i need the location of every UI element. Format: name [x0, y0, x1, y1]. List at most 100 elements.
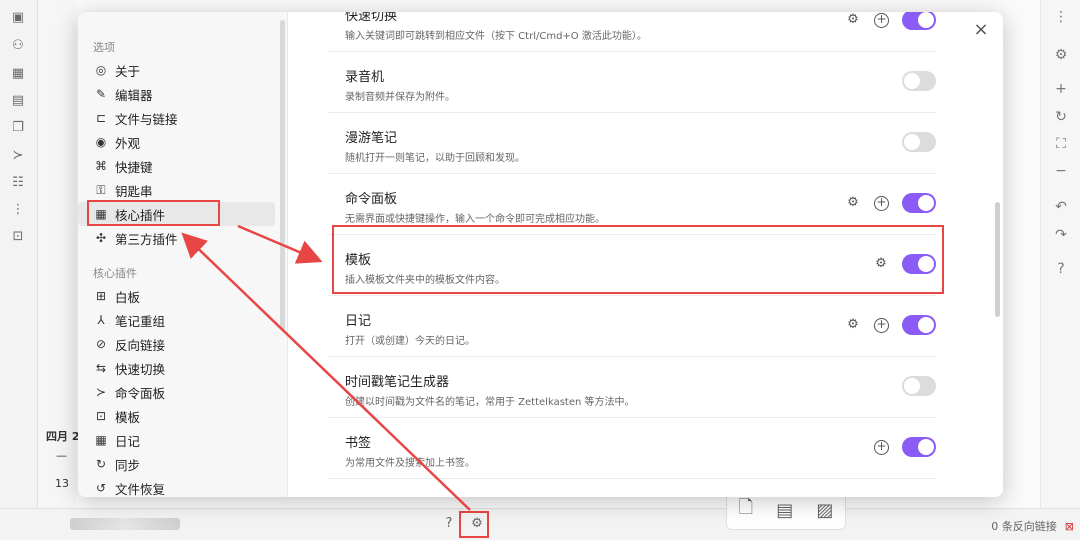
- list-icon[interactable]: ☷: [10, 175, 26, 191]
- plugin-toggle[interactable]: [902, 376, 936, 396]
- sidebar-item-label: 文件与链接: [115, 111, 178, 127]
- sidebar-item-label: 关于: [115, 63, 141, 79]
- sidebar-item-label: 钥匙串: [115, 183, 153, 199]
- backlinks-count[interactable]: 0 条反向链接: [991, 518, 1057, 534]
- gear-icon[interactable]: ⚙: [1052, 46, 1070, 64]
- plugin-controls: +: [874, 437, 936, 457]
- sidebar-item[interactable]: ◎ 关于: [78, 58, 287, 82]
- plugin-controls: [902, 376, 936, 396]
- plugin-toggle[interactable]: [902, 71, 936, 91]
- copy-icon[interactable]: ❐: [10, 120, 26, 136]
- page-icon[interactable]: 🗋: [739, 495, 753, 525]
- plugin-settings-gear-icon[interactable]: ⚙: [845, 195, 861, 211]
- sidebar-item[interactable]: ⊏ 文件与链接: [78, 106, 287, 130]
- plugin-description: 输入关键词即可跳转到相应文件（按下 Ctrl/Cmd+O 激活此功能）。: [345, 31, 647, 42]
- vault-name: [70, 518, 180, 530]
- plugin-name: 漫游笔记: [345, 131, 398, 146]
- plugin-toggle[interactable]: [902, 12, 936, 30]
- key-icon: ⚿: [96, 182, 106, 197]
- import-icon[interactable]: ⊡: [10, 229, 26, 245]
- sidebar-item-label: 反向链接: [115, 337, 166, 353]
- toggle-knob: [904, 134, 920, 150]
- plugin-name: 属性列表: [345, 493, 397, 497]
- reset-icon[interactable]: ↻: [1052, 108, 1070, 126]
- sidebar-item[interactable]: ⇆ 快速切换: [78, 356, 287, 380]
- about-icon: ◎: [95, 63, 107, 77]
- sidebar-item[interactable]: ⚿ 钥匙串: [78, 178, 287, 202]
- graph-icon[interactable]: ⚇: [10, 38, 26, 54]
- redo-icon[interactable]: ↷: [1052, 226, 1070, 244]
- more-icon[interactable]: ⋮: [1052, 8, 1070, 26]
- canvas-icon: ⊞: [95, 289, 107, 303]
- sidebar-item[interactable]: ✎ 编辑器: [78, 82, 287, 106]
- sidebar-item-label: 快捷键: [115, 159, 153, 175]
- sidebar-item[interactable]: ▦ 日记: [78, 428, 287, 452]
- core-section-title: 核心插件: [93, 267, 137, 280]
- sidebar-item[interactable]: ↺ 文件恢复: [78, 476, 287, 497]
- plugin-description: 录制音频并保存为附件。: [345, 92, 455, 103]
- image-icon[interactable]: ▨: [816, 500, 833, 521]
- plugin-controls: [902, 71, 936, 91]
- sidebar-item-label: 编辑器: [115, 87, 153, 103]
- switch-icon: ⇆: [95, 361, 107, 375]
- backlink-icon: ⊘: [95, 337, 107, 351]
- toggle-knob: [904, 378, 920, 394]
- plugin-settings-gear-icon[interactable]: ⚙: [845, 317, 861, 333]
- date-header: 四月 2: [46, 430, 80, 443]
- options-section-title: 选项: [93, 41, 115, 54]
- fit-icon[interactable]: ⛶: [1052, 135, 1070, 153]
- plugin-toggle[interactable]: [902, 315, 936, 335]
- template-icon: ⊡: [95, 409, 107, 423]
- pin-to-ribbon-plus-icon[interactable]: +: [874, 439, 889, 455]
- pin-to-ribbon-plus-icon[interactable]: +: [874, 12, 889, 28]
- undo-icon[interactable]: ↶: [1052, 198, 1070, 216]
- close-button[interactable]: ×: [971, 20, 991, 40]
- plugin-row: 快速切换 输入关键词即可跳转到相应文件（按下 Ctrl/Cmd+O 激活此功能）。…: [328, 12, 936, 52]
- plugin-toggle[interactable]: [902, 437, 936, 457]
- merge-icon: ⅄: [97, 313, 105, 327]
- sidebar-item[interactable]: ⌘ 快捷键: [78, 154, 287, 178]
- help-icon[interactable]: ?: [440, 515, 458, 533]
- date-dash: —: [56, 449, 67, 462]
- settings-gear-highlight: [459, 511, 489, 538]
- sidebar-item[interactable]: ⅄ 笔记重组: [78, 308, 287, 332]
- note-icon[interactable]: ▤: [776, 500, 793, 521]
- sidebar-item[interactable]: ↻ 同步: [78, 452, 287, 476]
- sidebar-item-label: 第三方插件: [115, 231, 178, 247]
- zoom-in-icon[interactable]: +: [1052, 80, 1070, 98]
- plugin-controls: ⚙ +: [845, 315, 936, 335]
- plugin-toggle[interactable]: [902, 132, 936, 152]
- outline-icon[interactable]: ⋮: [10, 202, 26, 218]
- plugin-toggle[interactable]: [902, 193, 936, 213]
- sidebar-item[interactable]: ⊘ 反向链接: [78, 332, 287, 356]
- terminal-icon[interactable]: ≻: [10, 148, 26, 164]
- sidebar-scrollbar[interactable]: [280, 20, 285, 330]
- plugin-settings-gear-icon[interactable]: ⚙: [845, 12, 861, 28]
- help-icon[interactable]: ?: [1052, 260, 1070, 278]
- content-scrollbar[interactable]: [995, 202, 1000, 317]
- close-x-icon[interactable]: ⊠: [1065, 520, 1074, 533]
- zoom-out-icon[interactable]: −: [1052, 162, 1070, 180]
- plugin-name: 命令面板: [345, 192, 398, 207]
- sync-icon: ↻: [95, 457, 107, 471]
- template-row-highlight: [332, 225, 944, 294]
- date-13: 13: [55, 477, 69, 490]
- sidebar-item[interactable]: ≻ 命令面板: [78, 380, 287, 404]
- sidebar-item-label: 命令面板: [115, 385, 166, 401]
- pin-to-ribbon-plus-icon[interactable]: +: [874, 317, 889, 333]
- canvas-icon[interactable]: ▦: [10, 66, 26, 82]
- sidebar-item[interactable]: ⊡ 模板: [78, 404, 287, 428]
- plugin-name: 书签: [345, 436, 372, 451]
- terminal-icon: ≻: [95, 385, 107, 399]
- sidebar-item[interactable]: ◉ 外观: [78, 130, 287, 154]
- puzzle-icon: ✣: [95, 231, 107, 245]
- toggle-knob: [918, 195, 934, 211]
- file-icon[interactable]: ▣: [10, 10, 26, 26]
- calendar-icon: ▦: [95, 433, 107, 447]
- pin-to-ribbon-plus-icon[interactable]: +: [874, 195, 889, 211]
- plugin-row: 录音机 录制音频并保存为附件。: [328, 52, 936, 113]
- history-icon: ↺: [95, 481, 107, 495]
- sidebar-item[interactable]: ✣ 第三方插件: [78, 226, 287, 250]
- calendar-icon[interactable]: ▤: [10, 93, 26, 109]
- sidebar-item[interactable]: ⊞ 白板: [78, 284, 287, 308]
